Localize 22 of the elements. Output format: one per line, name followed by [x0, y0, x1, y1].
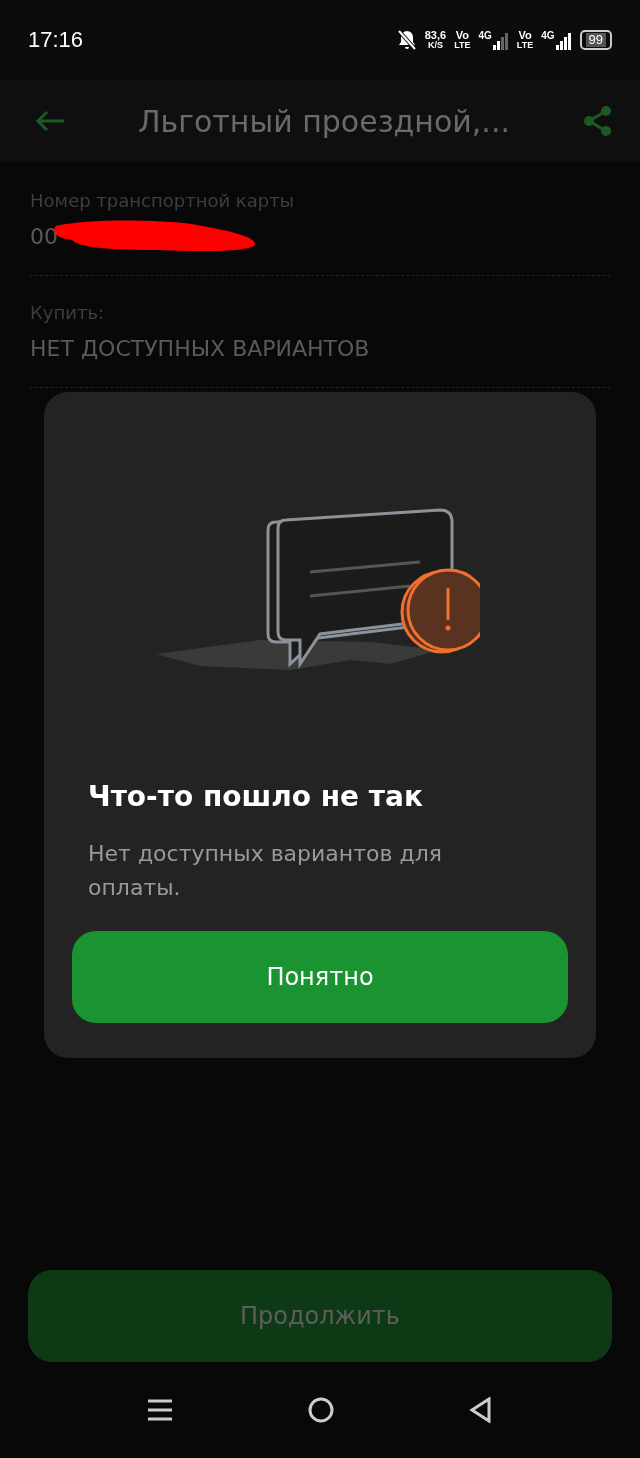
network-type: 4G: [478, 30, 492, 41]
volte-label: Vo: [518, 30, 532, 41]
menu-icon[interactable]: [147, 1398, 174, 1422]
dialog-message: Нет доступных вариантов для оплаты.: [87, 840, 443, 902]
ok-button[interactable]: Понятно: [72, 931, 568, 1023]
signal-icon: [555, 30, 572, 50]
muted-bell-icon: [396, 29, 417, 51]
home-icon[interactable]: [308, 1397, 334, 1423]
clock-time: 17:16: [28, 27, 84, 53]
speed-unit: K/S: [427, 41, 443, 50]
network-type: 4G: [541, 30, 555, 41]
back-icon[interactable]: [468, 1397, 493, 1423]
signal-icon: [492, 30, 509, 50]
field-value: 00: [30, 223, 58, 249]
screen-title: Льготный проездной,...: [138, 103, 510, 139]
network-speed: 83,6: [424, 30, 447, 41]
field-value: НЕТ ДОСТУПНЫХ ВАРИАНТОВ: [30, 335, 370, 361]
dialog-title: Что-то пошло не так: [87, 780, 424, 813]
volte-label: Vo: [455, 30, 469, 41]
volte-label: LTE: [516, 41, 534, 50]
battery-icon: 99: [579, 30, 612, 50]
volte-label: LTE: [454, 41, 471, 50]
